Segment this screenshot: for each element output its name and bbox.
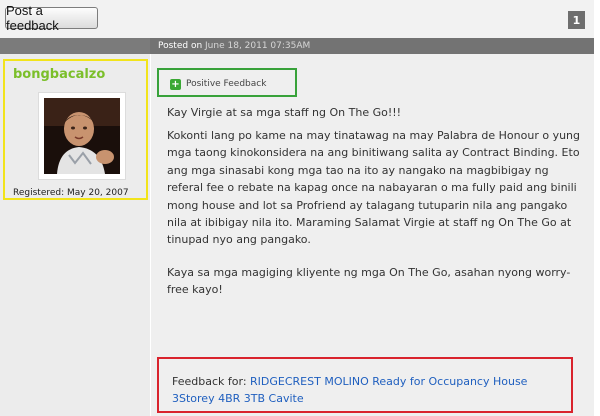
feedback-toolbar: Post a feedback 1 [0, 0, 594, 39]
feedback-paragraph: Kaya sa mga magiging kliyente ng mga On … [167, 266, 571, 297]
feedback-for-label: Feedback for: [172, 375, 247, 388]
feedback-paragraph: Kay Virgie at sa mga staff ng On The Go!… [167, 106, 402, 119]
feedback-paragraph: Kokonti lang po kame na may tinatawag na… [167, 129, 581, 247]
user-info-panel: bongbacalzo Registered: May 20, 2007 [0, 54, 151, 416]
user-info-highlight-box: bongbacalzo Registered: May 20, 2007 [3, 59, 148, 200]
username-link[interactable]: bongbacalzo [13, 67, 105, 82]
post-date: Posted on June 18, 2011 07:35AM [158, 38, 310, 54]
feedback-content: + Positive Feedback Kay Virgie at sa mga… [151, 54, 594, 416]
registered-date: Registered: May 20, 2007 [13, 188, 129, 198]
post-header: Posted on June 18, 2011 07:35AM [0, 38, 594, 54]
user-avatar[interactable] [38, 92, 126, 180]
feedback-for-line: Feedback for: RIDGECREST MOLINO Ready fo… [172, 373, 562, 407]
feedback-for-highlight-box: Feedback for: RIDGECREST MOLINO Ready fo… [157, 357, 573, 413]
post-header-left [0, 38, 150, 54]
post-body: bongbacalzo Registered: May 20, 2007 + P… [0, 54, 594, 416]
page-number-button[interactable]: 1 [568, 11, 585, 29]
avatar-photo-icon [44, 98, 120, 174]
plus-icon: + [170, 79, 181, 90]
posted-prefix: Posted on [158, 41, 203, 51]
feedback-type-highlight-box: + Positive Feedback [157, 68, 297, 97]
feedback-type-label: Positive Feedback [186, 79, 267, 89]
post-feedback-button[interactable]: Post a feedback [5, 3, 98, 33]
posted-date-value: June 18, 2011 07:35AM [205, 41, 311, 51]
